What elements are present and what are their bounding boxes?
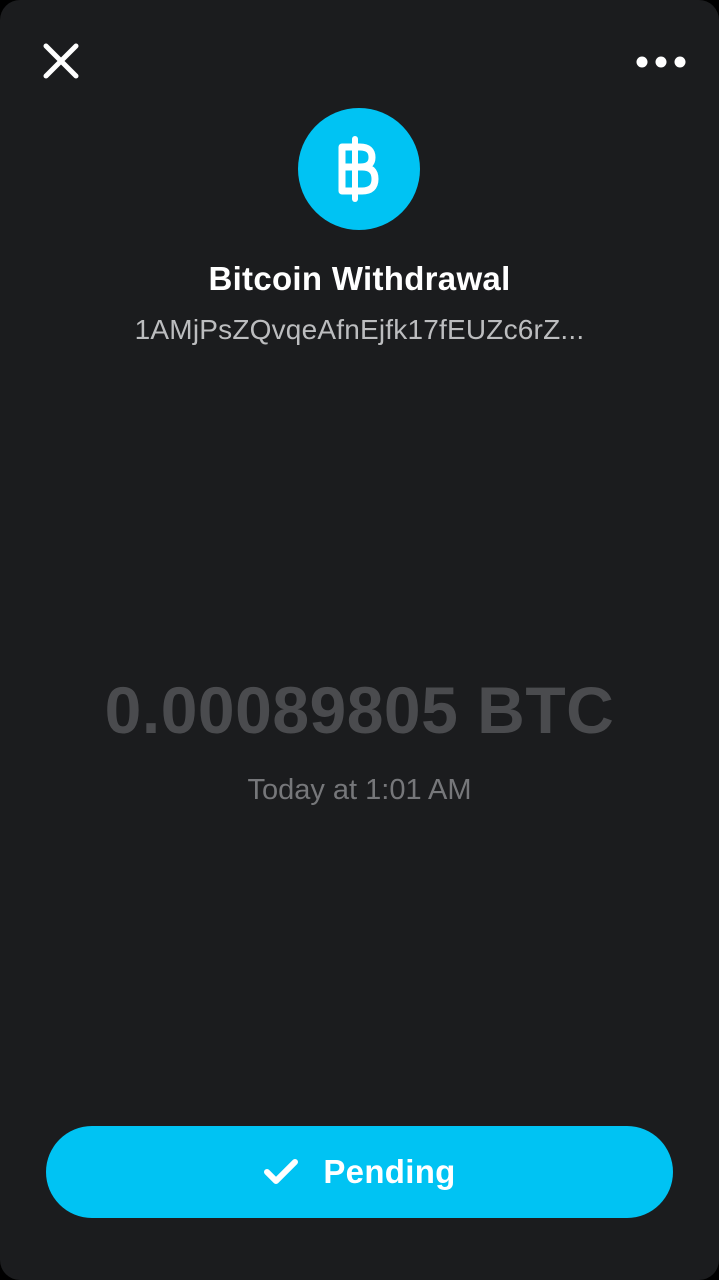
close-icon <box>43 43 79 79</box>
status-label: Pending <box>323 1153 456 1190</box>
transaction-title: Bitcoin Withdrawal <box>208 260 511 297</box>
bitcoin-avatar <box>298 108 420 230</box>
transaction-amount: 0.00089805 BTC <box>104 673 615 747</box>
transaction-timestamp: Today at 1:01 AM <box>247 774 472 806</box>
more-horizontal-icon <box>636 56 686 68</box>
pending-status-button[interactable]: Pending <box>46 1126 673 1218</box>
bitcoin-icon <box>338 136 379 202</box>
checkmark-icon <box>263 1157 299 1187</box>
close-button[interactable] <box>38 38 84 84</box>
wallet-address: 1AMjPsZQvqeAfnEjfk17fEUZc6rZ... <box>134 314 585 345</box>
transaction-detail-screen: Bitcoin Withdrawal 1AMjPsZQvqeAfnEjfk17f… <box>0 0 719 1280</box>
more-options-button[interactable] <box>633 44 689 80</box>
